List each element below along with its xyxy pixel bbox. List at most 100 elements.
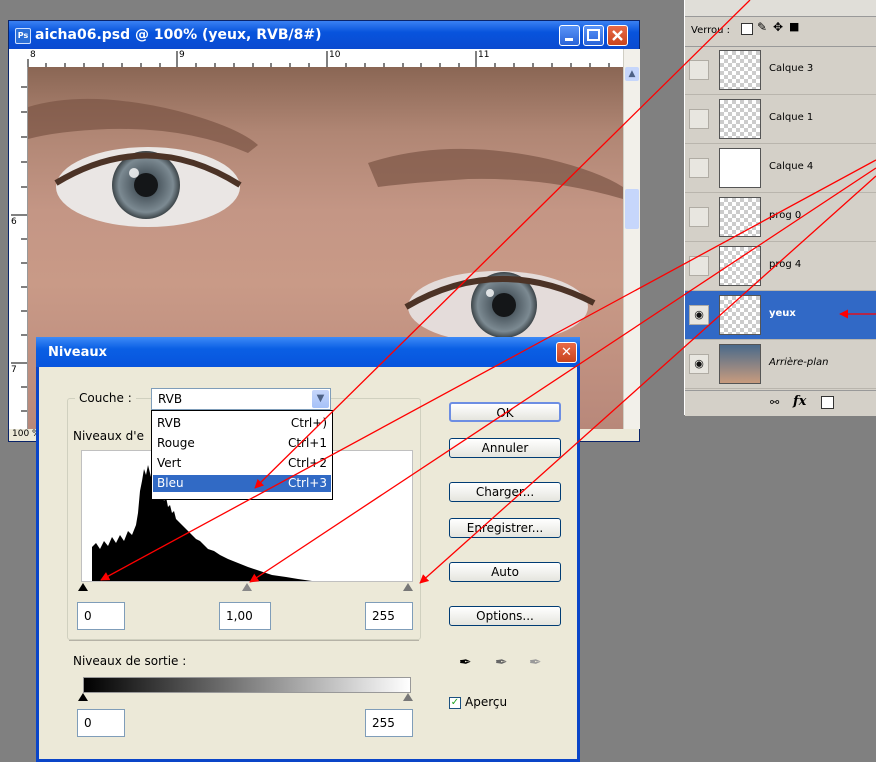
load-button[interactable]: Charger... (449, 482, 561, 502)
layer-name: prog 4 (769, 259, 802, 270)
eye-icon[interactable]: ◉ (689, 354, 709, 374)
vertical-ruler: 6 7 (9, 67, 28, 429)
link-icon[interactable]: ⚯ (770, 396, 779, 409)
layer-thumbnail (719, 99, 761, 139)
channel-option-shortcut: Ctrl+3 (287, 476, 327, 490)
channel-select[interactable]: RVB ▼ (151, 388, 331, 410)
ruler-mark: 10 (329, 50, 341, 60)
channel-option-shortcut: Ctrl+2 (287, 456, 327, 470)
dialog-title: Niveaux (48, 345, 108, 360)
document-title: aicha06.psd @ 100% (yeux, RVB/8#) (35, 27, 322, 43)
cancel-button[interactable]: Annuler (449, 438, 561, 458)
channel-option-label: Vert (157, 456, 182, 470)
input-levels-label: Niveaux d'e (73, 429, 144, 443)
layer-row[interactable]: prog 0 (685, 193, 876, 242)
document-titlebar[interactable]: Ps aicha06.psd @ 100% (yeux, RVB/8#) (9, 21, 639, 49)
close-button[interactable] (607, 25, 628, 46)
black-eyedropper-icon[interactable]: ✒ (459, 653, 472, 671)
layer-name: Calque 3 (769, 63, 814, 74)
layer-thumbnail (719, 344, 761, 384)
layer-name: Calque 1 (769, 112, 814, 123)
lock-row: Verrou : ✎ ✥ ■ (685, 16, 876, 47)
output-black-field[interactable]: 0 (77, 709, 125, 737)
layer-row[interactable]: ◉ Arrière-plan (685, 340, 876, 389)
divider (69, 640, 419, 641)
auto-button[interactable]: Auto (449, 562, 561, 582)
channel-option-label: RVB (157, 416, 182, 430)
ruler-mark: 6 (11, 217, 17, 227)
layers-panel: Verrou : ✎ ✥ ■ Calque 3 Calque 1 Calque 4 p… (684, 0, 876, 416)
ruler-mark: 9 (179, 50, 185, 60)
layer-thumbnail (719, 197, 761, 237)
channel-option-label: Bleu (157, 476, 184, 490)
channel-option[interactable]: Bleu Ctrl+3 (153, 475, 331, 492)
output-white-slider[interactable] (403, 693, 413, 701)
layer-row[interactable]: Calque 3 (685, 46, 876, 95)
levels-dialog: Niveaux ✕ Couche : RVB ▼ Niveaux d'e 0 1… (36, 337, 580, 762)
minimize-button[interactable] (559, 25, 580, 46)
eye-icon[interactable]: ◉ (689, 305, 709, 325)
layer-name: prog 0 (769, 210, 802, 221)
maximize-button[interactable] (583, 25, 604, 46)
lock-all-icon[interactable]: ■ (789, 20, 799, 33)
lock-brush-icon[interactable]: ✎ (757, 20, 767, 34)
vertical-scrollbar[interactable]: ▲ (623, 49, 640, 429)
channel-option-shortcut: Ctrl+1 (287, 436, 327, 450)
channel-label: Couche : (75, 391, 136, 405)
input-white-slider[interactable] (403, 583, 413, 591)
ruler-mark: 8 (30, 50, 36, 60)
layer-row[interactable]: Calque 4 (685, 144, 876, 193)
layers-footer: ⚯ fx (685, 390, 876, 416)
fx-icon[interactable]: fx (793, 394, 806, 409)
chevron-down-icon[interactable]: ▼ (312, 390, 329, 408)
input-black-slider[interactable] (78, 583, 88, 591)
channel-option-label: Rouge (157, 436, 195, 450)
layer-thumbnail (719, 50, 761, 90)
options-button[interactable]: Options... (449, 606, 561, 626)
output-black-slider[interactable] (78, 693, 88, 701)
output-levels-label: Niveaux de sortie : (73, 654, 187, 668)
mask-icon[interactable] (821, 396, 834, 409)
output-gradient (83, 677, 411, 693)
lock-label: Verrou : (691, 25, 731, 36)
visibility-toggle[interactable] (689, 60, 709, 80)
close-icon[interactable]: ✕ (556, 342, 577, 363)
dialog-titlebar[interactable]: Niveaux ✕ (36, 337, 580, 367)
layer-row[interactable]: ◉ yeux (685, 291, 876, 340)
input-black-field[interactable]: 0 (77, 602, 125, 630)
scroll-up-icon[interactable]: ▲ (625, 67, 639, 81)
layer-name: Arrière-plan (769, 357, 829, 368)
ok-button[interactable]: OK (449, 402, 561, 422)
channel-value: RVB (158, 392, 183, 406)
visibility-toggle[interactable] (689, 158, 709, 178)
preview-label: Aperçu (465, 695, 508, 709)
lock-move-icon[interactable]: ✥ (773, 20, 783, 34)
input-gamma-slider[interactable] (242, 583, 252, 591)
channel-option-shortcut: Ctrl+) (290, 416, 327, 430)
ruler-mark: 11 (478, 50, 490, 60)
grey-eyedropper-icon[interactable]: ✒ (495, 653, 508, 671)
input-gamma-field[interactable]: 1,00 (219, 602, 271, 630)
layer-thumbnail (719, 148, 761, 188)
visibility-toggle[interactable] (689, 109, 709, 129)
horizontal-ruler: 8 9 10 11 (9, 49, 623, 68)
channel-option[interactable]: Vert Ctrl+2 (153, 455, 331, 472)
scroll-thumb[interactable] (625, 189, 639, 229)
layer-name: yeux (769, 308, 796, 319)
layer-thumbnail (719, 295, 761, 335)
photoshop-icon: Ps (15, 28, 31, 44)
ruler-mark: 7 (11, 365, 17, 375)
input-white-field[interactable]: 255 (365, 602, 413, 630)
visibility-toggle[interactable] (689, 256, 709, 276)
white-eyedropper-icon[interactable]: ✒ (529, 653, 542, 671)
layer-row[interactable]: Calque 1 (685, 95, 876, 144)
lock-transparency-icon[interactable] (741, 23, 753, 35)
save-button[interactable]: Enregistrer... (449, 518, 561, 538)
visibility-toggle[interactable] (689, 207, 709, 227)
channel-option[interactable]: RVB Ctrl+) (153, 415, 331, 432)
preview-checkbox[interactable]: ✓ (449, 697, 461, 709)
channel-dropdown: RVB Ctrl+) Rouge Ctrl+1 Vert Ctrl+2 Bleu Ctrl+3 (151, 410, 333, 500)
channel-option[interactable]: Rouge Ctrl+1 (153, 435, 331, 452)
layer-row[interactable]: prog 4 (685, 242, 876, 291)
output-white-field[interactable]: 255 (365, 709, 413, 737)
